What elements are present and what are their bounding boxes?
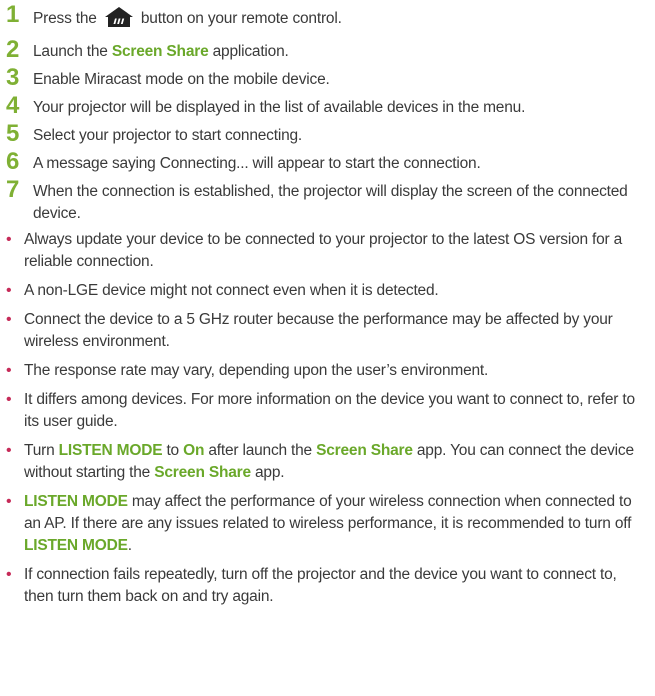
- highlighted-term: Screen Share: [316, 442, 413, 459]
- instruction-page: 1 Press the button on your remote control…: [0, 0, 655, 696]
- text-segment: If connection fails repeatedly, turn off…: [24, 566, 617, 605]
- highlighted-term: Screen Share: [111, 43, 209, 60]
- step-item: 7 When the connection is established, the…: [0, 177, 655, 225]
- note-text: Turn LISTEN MODE to On after launch the …: [24, 440, 655, 484]
- text-segment: Enable Miracast mode on the mobile devic…: [33, 71, 330, 88]
- text-segment: application.: [208, 43, 289, 60]
- highlighted-term: LISTEN MODE: [58, 442, 163, 459]
- text-segment: A message saying Connecting... will appe…: [33, 155, 481, 172]
- text-segment: Turn: [24, 442, 59, 459]
- step-number: 2: [6, 36, 20, 63]
- step-number: 3: [6, 64, 20, 91]
- text-segment: Your projector will be displayed in the …: [33, 99, 526, 116]
- step-item: 2 Launch the Screen Share application.: [0, 37, 655, 63]
- step-number: 4: [6, 92, 20, 119]
- highlighted-term: LISTEN MODE: [24, 493, 128, 510]
- step-number: 7: [6, 176, 20, 203]
- step-item: 4 Your projector will be displayed in the…: [0, 93, 655, 119]
- bullet-icon: •: [6, 391, 12, 408]
- bullet-icon: •: [6, 566, 12, 583]
- text-segment: to: [162, 442, 184, 459]
- text-segment: after launch the: [204, 442, 317, 459]
- step-item: 3 Enable Miracast mode on the mobile devi…: [0, 65, 655, 91]
- text-segment: button on your remote control.: [140, 10, 342, 27]
- text-segment: .: [127, 537, 132, 554]
- highlighted-term: LISTEN MODE: [24, 537, 128, 554]
- step-item: 6 A message saying Connecting... will app…: [0, 149, 655, 175]
- step-text: Launch the Screen Share application.: [33, 37, 655, 63]
- highlighted-term: On: [183, 442, 205, 459]
- step-text: Your projector will be displayed in the …: [33, 93, 655, 119]
- note-item: • Turn LISTEN MODE to On after launch the…: [0, 440, 655, 484]
- note-text: Connect the device to a 5 GHz router bec…: [24, 309, 655, 353]
- home-icon: [104, 6, 134, 35]
- text-segment: A non-LGE device might not connect even …: [24, 282, 439, 299]
- note-item: • If connection fails repeatedly, turn of…: [0, 564, 655, 608]
- bullet-icon: •: [6, 282, 12, 299]
- bullet-icon: •: [6, 493, 12, 510]
- text-segment: Press the: [33, 10, 101, 27]
- step-number: 5: [6, 120, 20, 147]
- step-text: When the connection is established, the …: [33, 177, 655, 225]
- bullet-icon: •: [6, 231, 12, 248]
- step-text: Press the button on your remote control.: [33, 2, 655, 35]
- note-text: The response rate may vary, depending up…: [24, 360, 655, 382]
- note-text: A non-LGE device might not connect even …: [24, 280, 655, 302]
- note-text: If connection fails repeatedly, turn off…: [24, 564, 655, 608]
- note-item: • The response rate may vary, depending u…: [0, 360, 655, 382]
- step-text: Enable Miracast mode on the mobile devic…: [33, 65, 655, 91]
- note-text: LISTEN MODE may affect the performance o…: [24, 491, 655, 557]
- note-item: • A non-LGE device might not connect even…: [0, 280, 655, 302]
- text-segment: When the connection is established, the …: [33, 183, 628, 222]
- notes-list: • Always update your device to be connect…: [0, 229, 655, 608]
- text-segment: Connect the device to a 5 GHz router bec…: [24, 311, 613, 350]
- bullet-icon: •: [6, 362, 12, 379]
- text-segment: Launch the: [33, 43, 112, 60]
- step-text: Select your projector to start connectin…: [33, 121, 655, 147]
- step-number: 1: [6, 1, 20, 28]
- note-item: • Connect the device to a 5 GHz router be…: [0, 309, 655, 353]
- steps-list: 1 Press the button on your remote control…: [0, 2, 655, 225]
- step-text: A message saying Connecting... will appe…: [33, 149, 655, 175]
- bullet-icon: •: [6, 442, 12, 459]
- note-item: • Always update your device to be connect…: [0, 229, 655, 273]
- note-item: • LISTEN MODE may affect the performance …: [0, 491, 655, 557]
- text-segment: Always update your device to be connecte…: [24, 231, 623, 270]
- step-item: 1 Press the button on your remote control…: [0, 2, 655, 35]
- text-segment: Select your projector to start connectin…: [33, 127, 303, 144]
- note-text: It differs among devices. For more infor…: [24, 389, 655, 433]
- step-item: 5 Select your projector to start connecti…: [0, 121, 655, 147]
- note-item: • It differs among devices. For more info…: [0, 389, 655, 433]
- bullet-icon: •: [6, 311, 12, 328]
- text-segment: The response rate may vary, depending up…: [24, 362, 489, 379]
- step-number: 6: [6, 148, 20, 175]
- text-segment: It differs among devices. For more infor…: [24, 391, 635, 430]
- text-segment: app.: [250, 464, 285, 481]
- note-text: Always update your device to be connecte…: [24, 229, 655, 273]
- highlighted-term: Screen Share: [154, 464, 251, 481]
